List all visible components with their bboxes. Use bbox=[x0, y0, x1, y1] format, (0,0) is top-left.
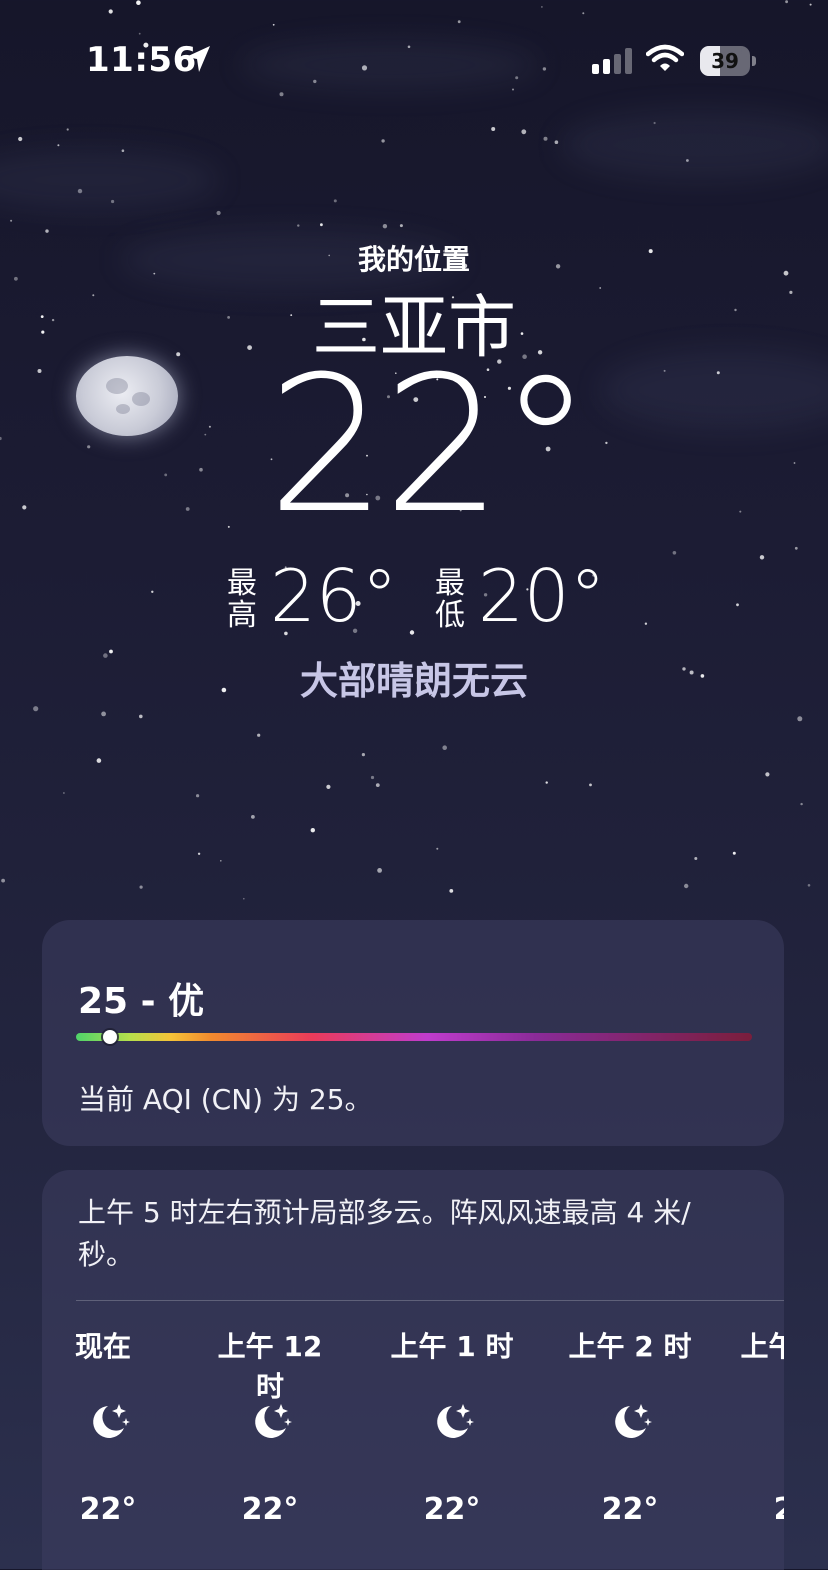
hour-item: 上午 1 时 22° bbox=[382, 1170, 522, 1570]
star bbox=[220, 860, 222, 862]
star bbox=[672, 551, 677, 555]
star bbox=[694, 857, 698, 860]
high-temperature: 26° bbox=[270, 554, 398, 638]
cloud-wisp bbox=[560, 110, 828, 180]
status-time: 11:56 bbox=[86, 40, 197, 80]
star bbox=[399, 224, 403, 228]
star bbox=[57, 144, 60, 147]
star bbox=[543, 136, 548, 141]
star bbox=[101, 711, 106, 717]
hourly-forecast-card[interactable]: 上午 5 时左右预计局部多云。阵风风速最高 4 米/秒。 现在 22° 上午 1… bbox=[42, 1170, 784, 1570]
star bbox=[759, 555, 765, 560]
location-arrow-icon bbox=[186, 46, 210, 72]
star bbox=[545, 781, 548, 784]
star bbox=[382, 224, 388, 229]
star bbox=[333, 199, 337, 203]
aqi-description: 当前 AQI (CN) 为 25。 bbox=[78, 1083, 373, 1116]
hour-label: 上午 2 时 bbox=[568, 1330, 692, 1363]
aqi-value: 25 - 优 bbox=[78, 981, 205, 1022]
star bbox=[326, 784, 331, 790]
star bbox=[1, 878, 6, 883]
star bbox=[554, 140, 559, 144]
high-low-temperature: 最高 26° 最低 20° bbox=[0, 556, 828, 640]
high-label: 最高 bbox=[227, 566, 257, 633]
star bbox=[63, 792, 65, 794]
star bbox=[310, 828, 315, 833]
low-temperature: 20° bbox=[478, 554, 606, 638]
moon-stars-icon bbox=[780, 1400, 784, 1444]
star bbox=[521, 129, 527, 135]
moon-stars-icon bbox=[255, 1404, 292, 1438]
star bbox=[139, 714, 143, 719]
star bbox=[96, 758, 102, 763]
moon-stars-icon bbox=[93, 1404, 130, 1438]
battery-percentage: 39 bbox=[711, 49, 739, 73]
battery-icon: 39 bbox=[700, 46, 756, 76]
hour-item: 现在 22° bbox=[42, 1170, 182, 1570]
star bbox=[377, 868, 382, 873]
star bbox=[684, 883, 689, 889]
star bbox=[442, 745, 448, 750]
star bbox=[251, 815, 255, 819]
hour-temperature: 22° bbox=[241, 1492, 299, 1527]
status-bar: 11:56 39 bbox=[0, 0, 828, 120]
hour-label: 上午 3 时 bbox=[740, 1330, 785, 1363]
star bbox=[800, 802, 803, 806]
cellular-signal-icon bbox=[592, 48, 632, 74]
star bbox=[18, 136, 23, 142]
star bbox=[381, 139, 385, 143]
hour-temperature: 22° bbox=[423, 1492, 481, 1527]
aqi-scale-bar bbox=[76, 1033, 752, 1041]
star bbox=[33, 706, 39, 712]
hour-label: 现在 bbox=[74, 1330, 131, 1363]
moon-stars-icon bbox=[615, 1404, 652, 1438]
hour-item: 上午 3 时 22° bbox=[732, 1170, 785, 1570]
hour-item: 上午 2 时 22° bbox=[560, 1170, 700, 1570]
star bbox=[370, 775, 375, 780]
aqi-indicator bbox=[102, 1030, 117, 1044]
star bbox=[320, 223, 323, 227]
star bbox=[436, 847, 439, 850]
star bbox=[361, 753, 365, 757]
star bbox=[794, 546, 798, 550]
hourly-scroll[interactable]: 现在 22° 上午 12 时 22° 上午 1 时 22° 上午 2 时 22°… bbox=[42, 1170, 784, 1570]
weather-condition: 大部晴朗无云 bbox=[299, 659, 528, 703]
hour-temperature: 22° bbox=[601, 1492, 659, 1527]
low-label: 最低 bbox=[435, 566, 465, 633]
hour-item: 上午 12 时 22° bbox=[200, 1170, 340, 1570]
star bbox=[765, 772, 770, 777]
wifi-icon bbox=[646, 44, 684, 71]
star bbox=[139, 885, 143, 889]
star bbox=[375, 783, 380, 787]
star bbox=[196, 794, 200, 798]
star bbox=[66, 128, 69, 131]
hour-label: 上午 12 时 bbox=[217, 1330, 323, 1403]
star bbox=[243, 897, 245, 900]
star bbox=[797, 716, 803, 722]
moon-stars-icon bbox=[437, 1404, 474, 1438]
air-quality-card[interactable]: 25 - 优 当前 AQI (CN) 为 25。 bbox=[42, 920, 784, 1146]
star bbox=[589, 783, 592, 787]
star bbox=[216, 210, 221, 216]
star bbox=[10, 219, 13, 222]
star bbox=[297, 224, 300, 227]
hour-temperature: 22° bbox=[732, 1492, 784, 1527]
hour-temperature: 22° bbox=[79, 1492, 137, 1527]
star bbox=[491, 127, 496, 131]
star bbox=[197, 852, 201, 855]
star bbox=[45, 229, 49, 233]
star bbox=[449, 889, 454, 893]
star bbox=[257, 733, 261, 737]
current-temperature: 22° bbox=[267, 336, 592, 555]
star bbox=[807, 884, 811, 887]
star bbox=[0, 436, 2, 441]
hour-label: 上午 1 时 bbox=[390, 1330, 514, 1363]
star bbox=[732, 851, 736, 855]
